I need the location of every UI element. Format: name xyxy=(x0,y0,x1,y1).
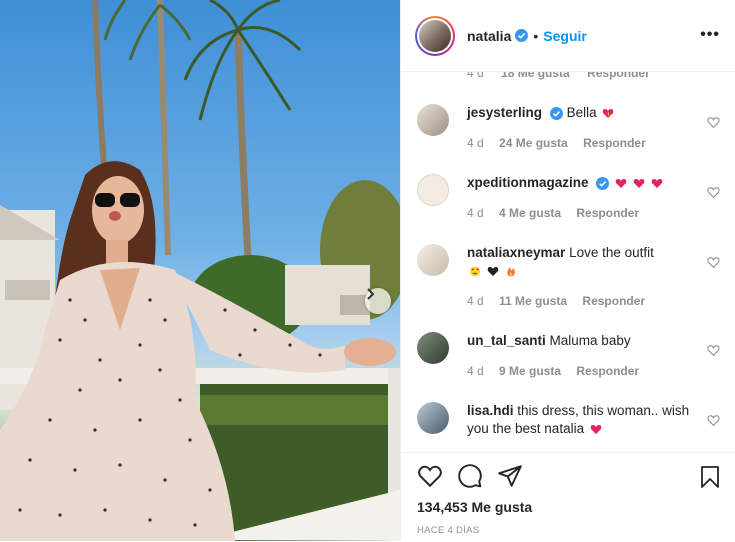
chevron-right-icon xyxy=(367,288,375,300)
verified-badge-icon xyxy=(596,176,610,190)
black-heart-emoji-icon xyxy=(487,266,499,276)
comment-bubble-icon[interactable] xyxy=(457,463,483,489)
story-ring[interactable] xyxy=(415,15,455,56)
instagram-post-window: natalia • Seguir ••• 4 d 18 Me gusta Res… xyxy=(0,0,735,542)
comment-text: Bella xyxy=(566,105,597,120)
next-photo-button[interactable] xyxy=(365,288,391,314)
comment-item: xpeditionmagazine 4 d 4 Me gusta Respond… xyxy=(417,174,722,230)
post-footer: 134,453 Me gusta HACE 4 DÍAS xyxy=(401,452,735,542)
likes-count[interactable]: 134,453 Me gusta xyxy=(417,499,532,515)
avatar xyxy=(419,19,451,52)
comment-meta: 4 d 4 Me gusta Responder xyxy=(467,206,640,220)
post-header: natalia • Seguir ••• xyxy=(401,0,735,72)
comment-username[interactable]: xpeditionmagazine xyxy=(467,175,589,190)
avatar[interactable] xyxy=(417,174,449,206)
avatar[interactable] xyxy=(417,104,449,136)
like-comment-heart-icon[interactable] xyxy=(707,256,720,269)
more-options-button[interactable]: ••• xyxy=(700,26,720,44)
comment-item: un_tal_santi Maluma baby 4 d 9 Me gusta … xyxy=(417,332,722,388)
separator-dot: • xyxy=(533,27,539,44)
comment-text: Maluma baby xyxy=(549,333,631,348)
avatar[interactable] xyxy=(417,402,449,434)
paper-plane-icon[interactable] xyxy=(497,463,523,489)
bookmark-icon[interactable] xyxy=(698,465,722,489)
like-comment-heart-icon[interactable] xyxy=(707,344,720,357)
post-photo[interactable] xyxy=(0,0,400,541)
comment-item: nataliaxneymar Love the outfit 4 d 11 Me… xyxy=(417,244,722,314)
sparkling-heart-emoji-icon xyxy=(603,108,614,118)
comment-username[interactable]: lisa.hdi xyxy=(467,403,514,418)
action-bar xyxy=(417,463,523,489)
post-side-panel: natalia • Seguir ••• 4 d 18 Me gusta Res… xyxy=(400,0,735,542)
photo-scene xyxy=(0,0,400,541)
comment-username[interactable]: un_tal_santi xyxy=(467,333,546,348)
red-heart-emoji-icon xyxy=(633,178,645,188)
comment-meta: 4 d 11 Me gusta Responder xyxy=(467,294,646,308)
comment-username[interactable]: nataliaxneymar xyxy=(467,245,565,260)
like-comment-heart-icon[interactable] xyxy=(707,186,720,199)
comment-meta: 4 d 9 Me gusta Responder xyxy=(467,364,640,378)
author-username[interactable]: natalia xyxy=(467,28,511,44)
fire-emoji-icon xyxy=(506,266,515,277)
verified-badge-icon xyxy=(549,106,563,120)
follow-button[interactable]: Seguir xyxy=(543,28,587,44)
comment-item: lisa.hdi this dress, this woman.. wish y… xyxy=(417,402,722,452)
comment-username[interactable]: jesysterling xyxy=(467,105,542,120)
comment-meta: 4 d 24 Me gusta Responder xyxy=(467,136,646,150)
red-heart-emoji-icon xyxy=(615,178,627,188)
red-heart-emoji-icon xyxy=(590,424,602,434)
comment-text: Love the outfit xyxy=(569,245,654,260)
post-timestamp: HACE 4 DÍAS xyxy=(417,525,480,536)
like-comment-heart-icon[interactable] xyxy=(707,414,720,427)
verified-badge-icon xyxy=(515,29,529,42)
comments-list: 4 d 18 Me gusta Responder jesysterling B… xyxy=(401,72,735,452)
clipped-comment-meta: 4 d 18 Me gusta Responder xyxy=(467,72,650,80)
heart-eyes-emoji-icon xyxy=(469,266,481,277)
like-comment-heart-icon[interactable] xyxy=(707,116,720,129)
heart-outline-icon[interactable] xyxy=(417,463,443,489)
avatar[interactable] xyxy=(417,244,449,276)
red-heart-emoji-icon xyxy=(651,178,662,188)
avatar[interactable] xyxy=(417,332,449,364)
comment-item: jesysterling Bella 4 d 24 Me gusta Respo… xyxy=(417,104,722,160)
